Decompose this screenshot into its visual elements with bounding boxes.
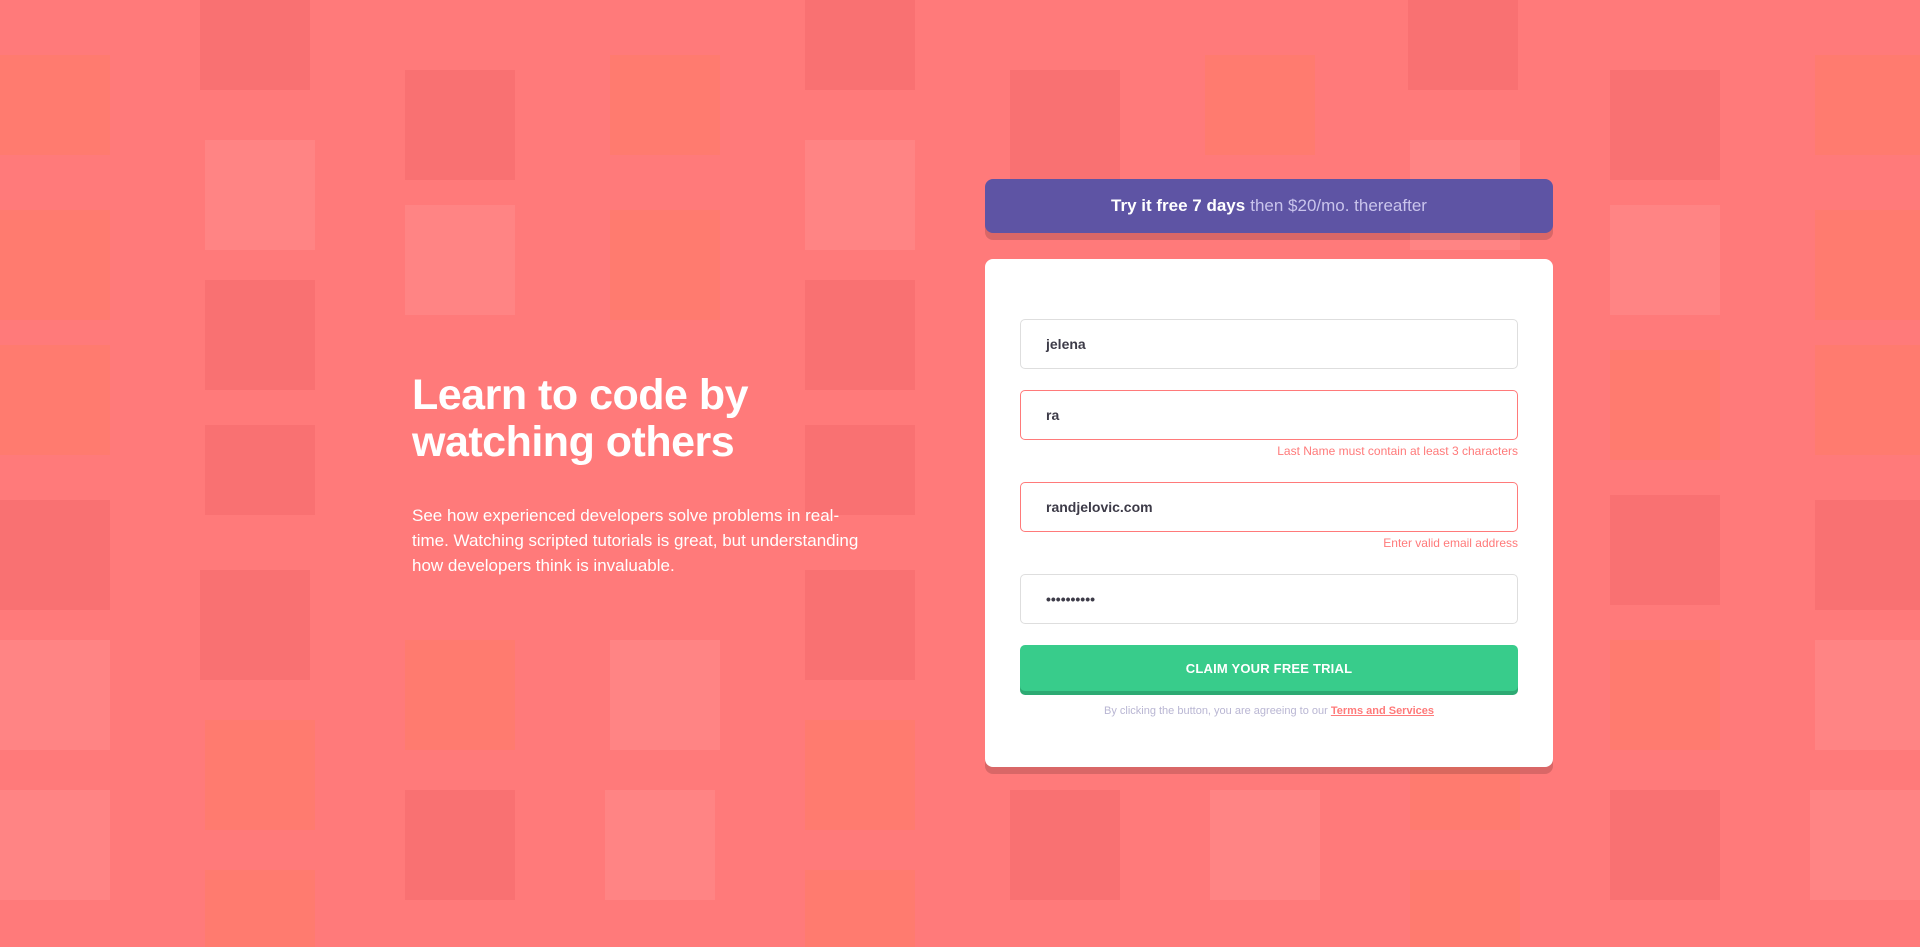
email-error: Enter valid email address — [1383, 536, 1518, 550]
key-icon — [1610, 640, 1720, 750]
thumbs-up-icon — [610, 210, 720, 320]
calendar-icon — [605, 790, 715, 900]
chart-icon — [0, 345, 110, 455]
banner-strong-text: Try it free 7 days — [1111, 196, 1246, 215]
first-name-field-group: jelena — [1020, 319, 1518, 369]
lock-icon — [205, 280, 315, 390]
hero-description: See how experienced developers solve pro… — [412, 506, 859, 575]
chat-icon — [205, 425, 315, 515]
hero-section: Learn to code by watching others See how… — [412, 372, 872, 578]
cart-icon — [805, 570, 915, 680]
rocket-icon — [0, 500, 110, 610]
browser-icon — [1610, 790, 1720, 900]
browser-icon — [805, 0, 915, 90]
last-name-input[interactable]: ra — [1020, 390, 1518, 440]
calendar-icon — [1810, 790, 1920, 900]
claim-trial-button[interactable]: CLAIM YOUR FREE TRIAL — [1020, 645, 1518, 691]
last-name-error: Last Name must contain at least 3 charac… — [1277, 444, 1518, 458]
life-buoy-icon — [205, 720, 315, 830]
calendar-icon — [1210, 790, 1320, 900]
rocket-icon — [1815, 500, 1920, 610]
folder-gear-icon — [1610, 205, 1720, 315]
first-name-input[interactable]: jelena — [1020, 319, 1518, 369]
email-input[interactable]: randjelovic.com — [1020, 482, 1518, 532]
browser-icon — [405, 790, 515, 900]
password-field-group: •••••••••• — [1020, 574, 1518, 624]
chart-icon — [1815, 345, 1920, 455]
browser-icon — [200, 0, 310, 90]
headset-icon — [1815, 55, 1920, 155]
banner-light-text: then $20/mo. thereafter — [1250, 196, 1427, 215]
folder-gear-icon — [405, 205, 515, 315]
signup-form-card: jelena ra Last Name must contain at leas… — [985, 259, 1553, 767]
headset-icon — [1205, 55, 1315, 155]
terms-link[interactable]: Terms and Services — [1331, 705, 1434, 717]
magnifier-icon — [1610, 495, 1720, 605]
cloud-network-icon — [205, 140, 315, 250]
password-input[interactable]: •••••••••• — [1020, 574, 1518, 624]
globe-gear-icon — [610, 640, 720, 750]
globe-gear-icon — [1815, 640, 1920, 750]
terms-note: By clicking the button, you are agreeing… — [985, 705, 1553, 717]
terms-prefix: By clicking the button, you are agreeing… — [1103, 705, 1328, 717]
folder-gear-icon — [1610, 350, 1720, 460]
lightbulb-icon — [1410, 870, 1520, 947]
lightbulb-icon — [805, 870, 915, 947]
toolbox-icon — [405, 70, 515, 180]
toolbox-icon — [1010, 70, 1120, 180]
browser-icon — [1408, 0, 1518, 90]
last-name-field-group: ra Last Name must contain at least 3 cha… — [1020, 390, 1518, 458]
lightbulb-icon — [205, 870, 315, 947]
background-pattern — [0, 0, 1920, 947]
browser-icon — [1010, 790, 1120, 900]
cloud-network-icon — [805, 140, 915, 250]
headset-icon — [0, 55, 110, 155]
pricing-banner: Try it free 7 days then $20/mo. thereaft… — [985, 179, 1553, 233]
toolbox-icon — [1610, 70, 1720, 180]
hero-title-line1: Learn to code by — [412, 371, 749, 419]
cart-icon — [200, 570, 310, 680]
thumbs-up-icon — [0, 210, 110, 320]
hero-title-line2: watching others — [412, 418, 735, 466]
calendar-icon — [0, 790, 110, 900]
headset-icon — [610, 55, 720, 155]
email-field-group: randjelovic.com Enter valid email addres… — [1020, 482, 1518, 550]
key-icon — [405, 640, 515, 750]
hero-title: Learn to code by watching others — [412, 372, 872, 466]
globe-gear-icon — [0, 640, 110, 750]
life-buoy-icon — [805, 720, 915, 830]
thumbs-up-icon — [1815, 210, 1920, 320]
